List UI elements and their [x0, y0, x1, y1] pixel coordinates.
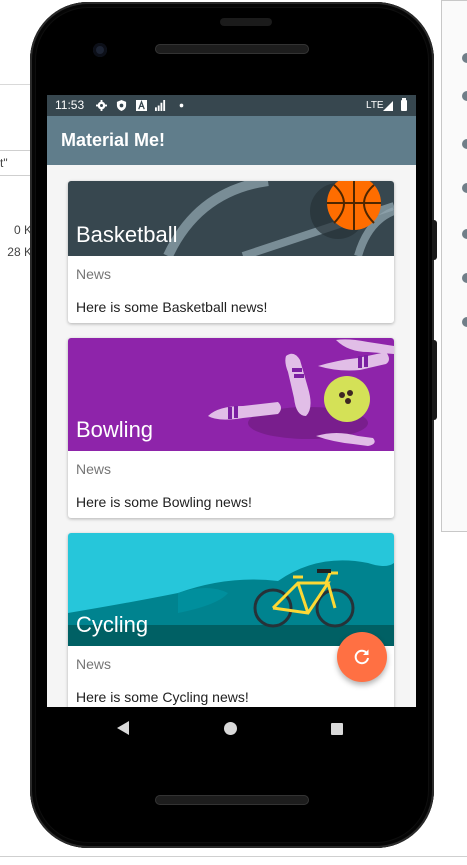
- sport-card-basketball[interactable]: Basketball News Here is some Basketball …: [68, 181, 394, 323]
- dot-icon: [179, 103, 184, 108]
- app-title: Material Me!: [61, 130, 166, 150]
- no-signal-icon: [155, 100, 166, 111]
- bottom-speaker: [155, 795, 309, 805]
- card-title: Bowling: [76, 417, 154, 442]
- a-icon: [136, 100, 147, 111]
- card-subtitle: News: [76, 461, 112, 477]
- app-screen: 11:53 LTE Material Me! Basketball News H…: [47, 95, 416, 707]
- recents-icon[interactable]: [331, 723, 343, 735]
- refresh-icon: [354, 649, 369, 665]
- sport-card-cycling[interactable]: Cycling News Here is some Cycling news!: [68, 533, 394, 707]
- card-subtitle: News: [76, 266, 112, 282]
- home-icon[interactable]: [224, 722, 237, 735]
- card-info: Here is some Basketball news!: [76, 299, 268, 315]
- refresh-fab[interactable]: [337, 632, 387, 682]
- card-title: Basketball: [76, 222, 178, 247]
- panel-icon: [462, 317, 467, 327]
- card-title: Cycling: [76, 612, 149, 637]
- top-speaker: [155, 44, 309, 54]
- app-bar: Material Me!: [47, 116, 416, 165]
- card-image: Cycling: [68, 533, 394, 646]
- network-type: LTE: [366, 100, 384, 111]
- signal-icon: [383, 101, 393, 111]
- sport-card-bowling[interactable]: Bowling News Here is some Bowling news!: [68, 338, 394, 518]
- sports-list[interactable]: Basketball News Here is some Basketball …: [47, 165, 416, 707]
- front-camera: [93, 43, 107, 57]
- panel-icon: [462, 183, 467, 193]
- background-divider: [0, 856, 467, 857]
- panel-icon: [462, 229, 467, 239]
- card-subtitle: News: [76, 656, 112, 672]
- shield-icon: [116, 100, 127, 111]
- card-info: Here is some Cycling news!: [76, 689, 249, 705]
- status-time: 11:53: [55, 98, 85, 112]
- panel-icon: [462, 273, 467, 283]
- card-image: Bowling: [68, 338, 394, 451]
- panel-icon: [462, 91, 467, 101]
- settings-icon: [96, 100, 107, 111]
- card-info: Here is some Bowling news!: [76, 494, 252, 510]
- status-bar: 11:53 LTE: [47, 95, 416, 116]
- battery-icon: [401, 98, 407, 111]
- panel-icon: [462, 53, 467, 63]
- card-image: Basketball: [68, 181, 394, 256]
- back-icon[interactable]: [117, 721, 129, 735]
- panel-icon: [462, 139, 467, 149]
- background-side-panel: [441, 0, 467, 532]
- volume-button: [432, 220, 437, 260]
- earpiece: [220, 18, 272, 26]
- power-button: [432, 340, 437, 420]
